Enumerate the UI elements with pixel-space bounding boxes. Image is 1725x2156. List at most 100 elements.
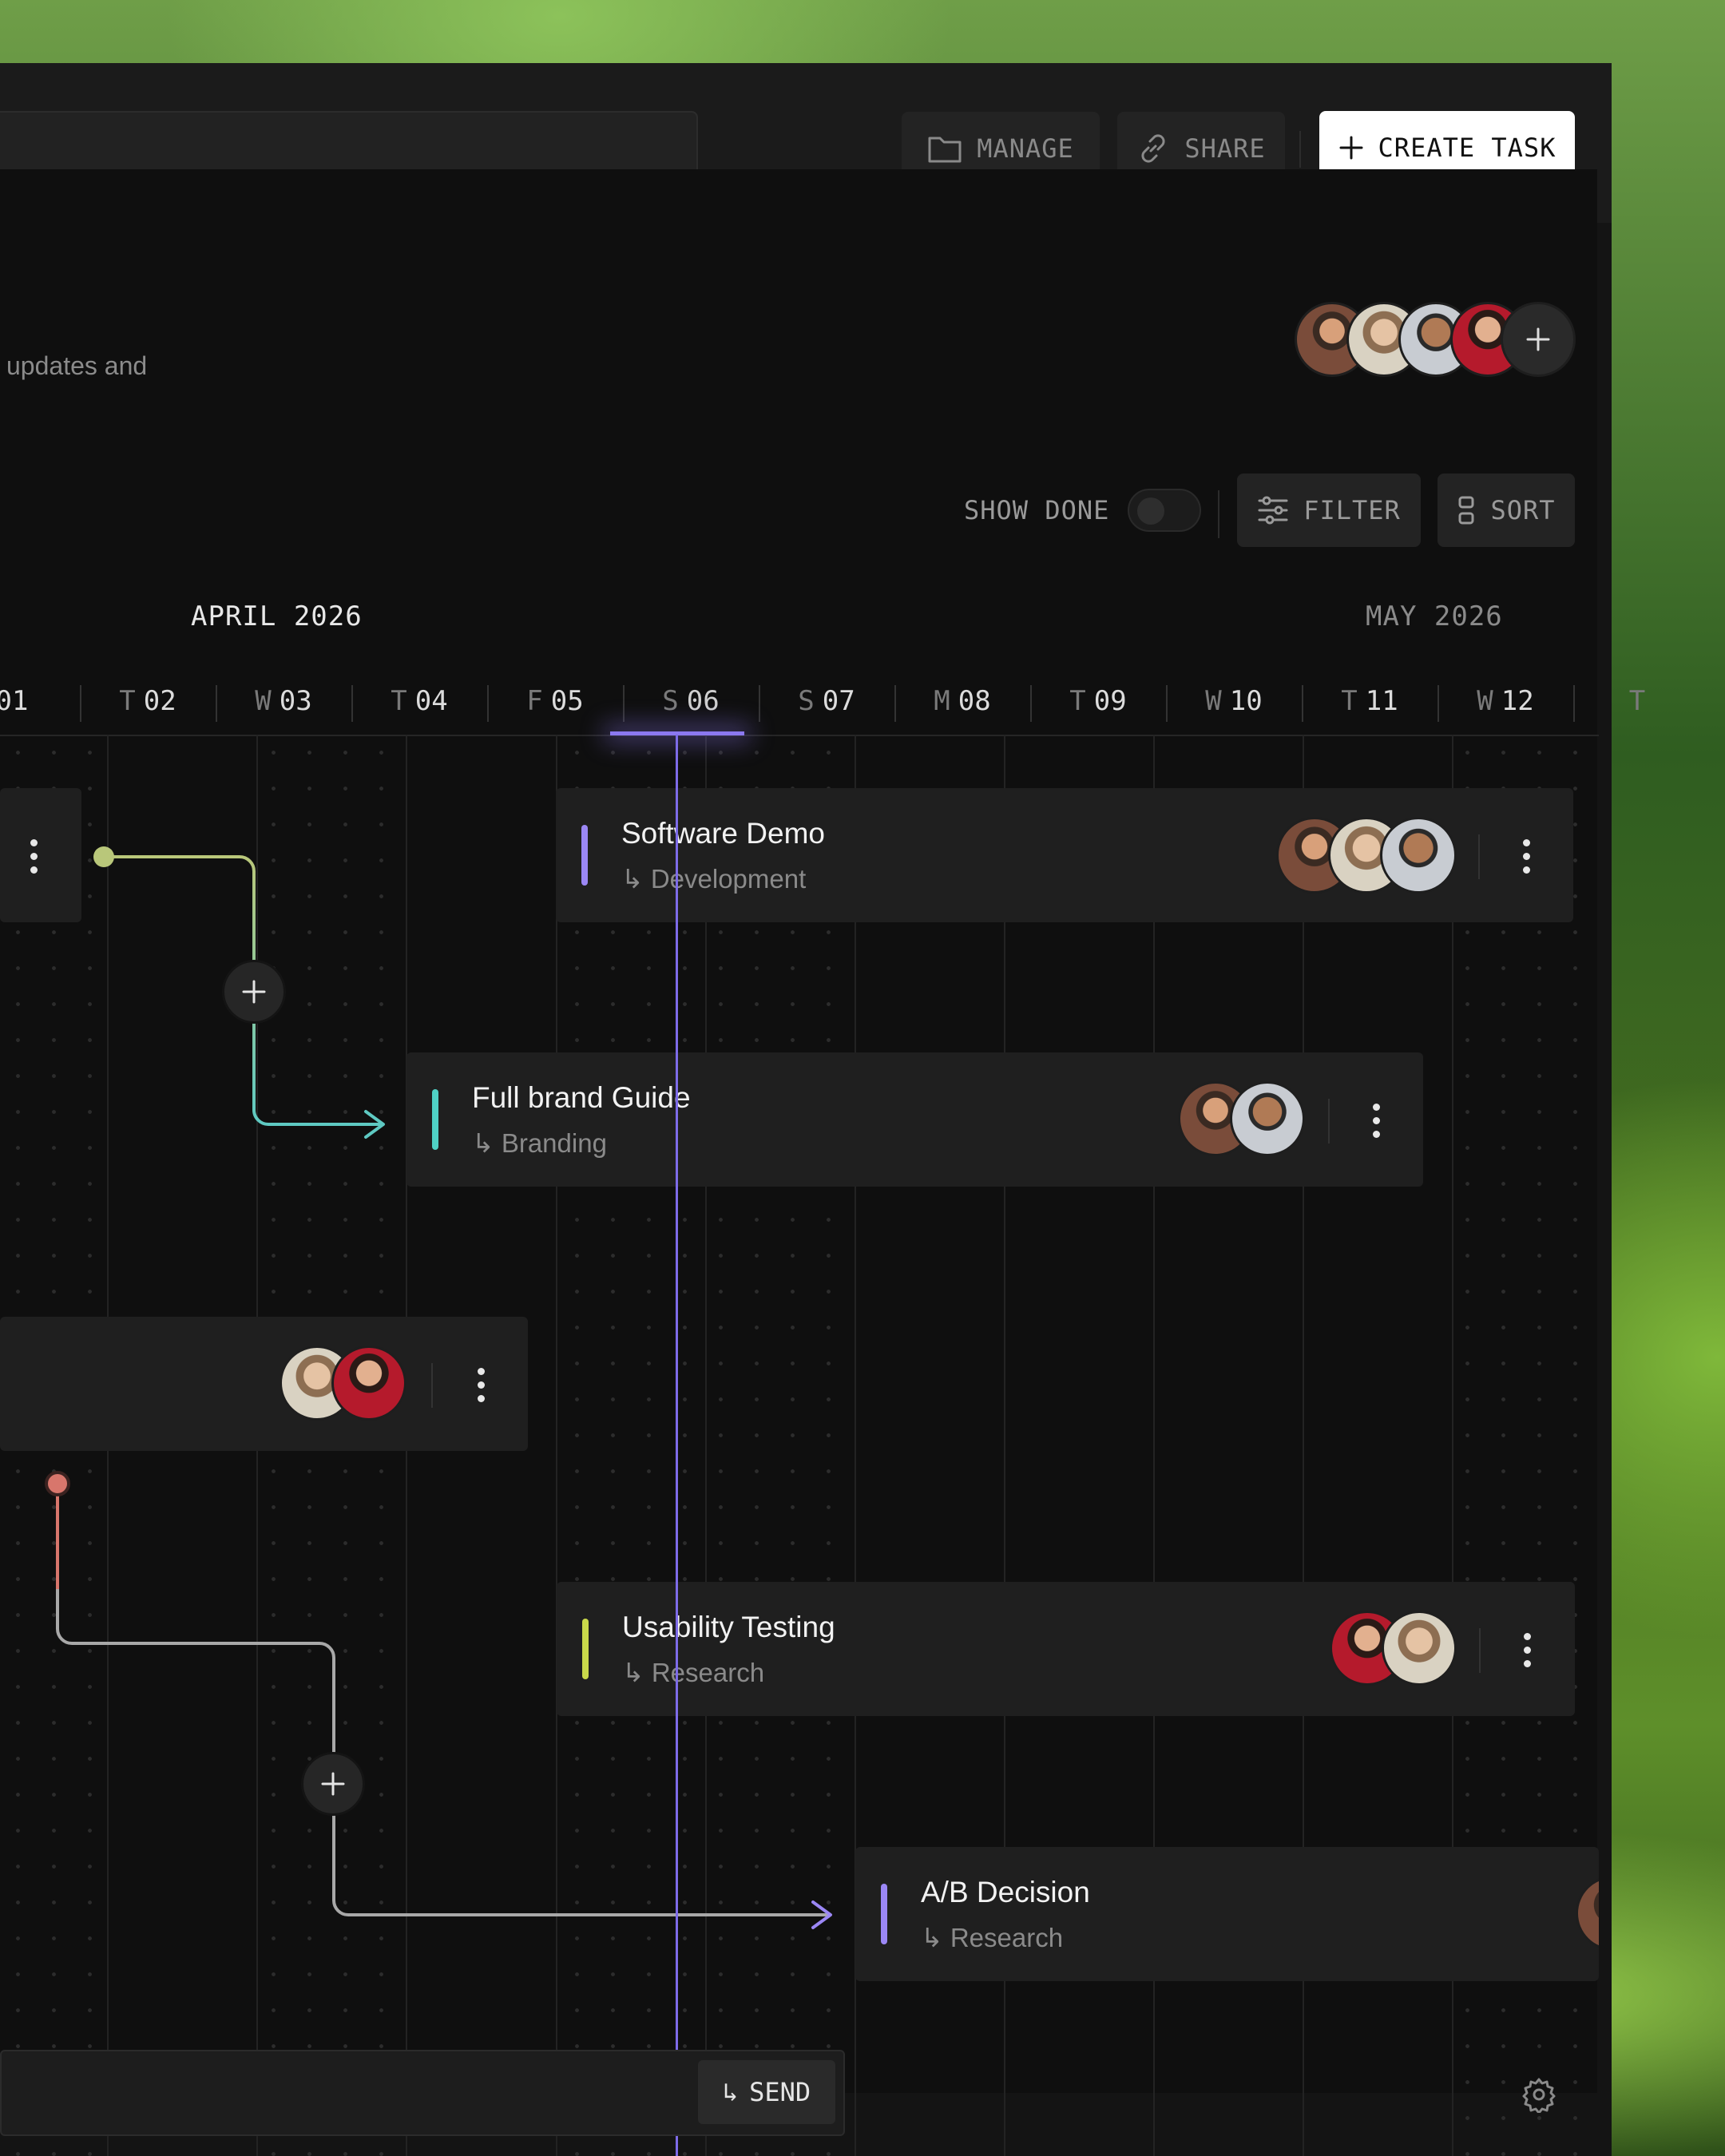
task-card-usability-testing[interactable]: Usability Testing ↳ Research (557, 1582, 1575, 1716)
avatar[interactable] (1380, 817, 1457, 894)
day-divider (623, 685, 625, 722)
show-done-toggle[interactable] (1128, 489, 1201, 532)
today-line (676, 735, 678, 2156)
day-divider (1166, 685, 1168, 722)
day-number: 08 (958, 685, 991, 717)
task-card-ab-decision[interactable]: A/B Decision ↳ Research (855, 1847, 1599, 1981)
sort-label: SORT (1490, 495, 1556, 525)
day-of-week: M (934, 685, 950, 717)
day-of-week: T (1341, 685, 1358, 717)
day-number: 07 (822, 685, 855, 717)
day-label[interactable]: M 08 (894, 685, 1030, 717)
send-button[interactable]: ↳ SEND (698, 2060, 835, 2124)
task-divider (431, 1363, 433, 1408)
day-label[interactable]: W 03 (216, 685, 351, 717)
day-label[interactable]: T (1573, 685, 1709, 717)
kebab-icon[interactable] (1360, 1092, 1392, 1148)
day-number: 01 (0, 685, 29, 717)
day-number: 04 (414, 685, 448, 717)
task-card-full-brand-guide[interactable]: Full brand Guide ↳ Branding (406, 1052, 1423, 1187)
filter-label: FILTER (1303, 495, 1401, 525)
month-label-april: APRIL 2026 (191, 600, 363, 632)
day-of-week: S (798, 685, 815, 717)
gear-icon[interactable] (1521, 2076, 1557, 2113)
send-label: SEND (749, 2077, 811, 2107)
day-of-week: T (119, 685, 136, 717)
avatar[interactable] (1382, 1611, 1457, 1686)
day-number: 11 (1365, 685, 1398, 717)
kebab-icon[interactable] (465, 1357, 497, 1413)
day-number: 09 (1093, 685, 1127, 717)
day-of-week: W (1205, 685, 1222, 717)
day-of-week: T (1628, 685, 1646, 717)
day-label[interactable]: T 04 (351, 685, 487, 717)
day-number: 06 (686, 685, 720, 717)
task-accent (581, 825, 588, 886)
task-accent (881, 1884, 887, 1944)
day-of-week: W (1477, 685, 1493, 717)
send-arrow-icon: ↳ (722, 2077, 739, 2107)
folder-icon (928, 137, 962, 163)
task-title: Usability Testing (622, 1611, 835, 1643)
day-label[interactable]: S 07 (759, 685, 894, 717)
add-dependency-button[interactable] (301, 1752, 365, 1816)
avatar[interactable] (1230, 1081, 1305, 1156)
day-divider (487, 685, 489, 722)
controls-divider (1218, 490, 1219, 538)
day-divider (759, 685, 760, 722)
day-of-week: S (662, 685, 679, 717)
toggle-knob (1137, 497, 1164, 525)
plus-icon (321, 1772, 345, 1796)
day-divider (1030, 685, 1032, 722)
task-divider (1328, 1099, 1330, 1143)
month-label-may: MAY 2026 (1366, 600, 1503, 632)
avatar[interactable] (331, 1346, 406, 1421)
plus-icon (1526, 327, 1550, 351)
day-of-week: W (255, 685, 272, 717)
day-label[interactable]: W 12 (1438, 685, 1573, 717)
day-divider (351, 685, 353, 722)
day-label[interactable]: W 10 (1166, 685, 1302, 717)
task-card-software-demo[interactable]: Software Demo ↳ Development (556, 788, 1573, 922)
project-description: updates and (6, 351, 148, 380)
create-task-label: CREATE TASK (1378, 133, 1556, 163)
sort-button[interactable]: SORT (1438, 474, 1575, 547)
day-divider (894, 685, 896, 722)
plus-icon (242, 980, 266, 1004)
task-card-partial[interactable] (0, 788, 81, 922)
day-label[interactable]: S 06 (623, 685, 759, 717)
add-dependency-button[interactable] (222, 960, 286, 1024)
kebab-icon[interactable] (1511, 1622, 1543, 1678)
day-number: 12 (1501, 685, 1534, 717)
task-subtitle: ↳ Research (622, 1658, 765, 1687)
task-accent (582, 1619, 589, 1679)
link-icon (1141, 134, 1165, 163)
day-label[interactable]: T 02 (80, 685, 216, 717)
day-label[interactable]: T 09 (1030, 685, 1166, 717)
day-divider (1438, 685, 1439, 722)
day-divider (80, 685, 81, 722)
task-divider (1479, 1628, 1481, 1673)
task-title: Full brand Guide (472, 1081, 691, 1114)
task-card-partial[interactable] (0, 1317, 528, 1451)
add-member-button[interactable] (1501, 302, 1576, 377)
weekend-dots (559, 735, 855, 2156)
share-label: SHARE (1184, 133, 1266, 164)
day-label[interactable]: 01 (0, 685, 80, 717)
show-done-label: SHOW DONE (964, 495, 1110, 525)
kebab-icon[interactable] (1510, 828, 1542, 884)
day-label[interactable]: T 11 (1302, 685, 1438, 717)
day-divider (1573, 685, 1575, 722)
task-title: A/B Decision (921, 1876, 1090, 1908)
day-divider (1302, 685, 1303, 722)
avatar[interactable] (1576, 1876, 1599, 1951)
day-label[interactable]: F 05 (487, 685, 623, 717)
sort-icon (1458, 496, 1474, 525)
day-number: 10 (1229, 685, 1263, 717)
filter-button[interactable]: FILTER (1237, 474, 1421, 547)
task-subtitle: ↳ Research (921, 1923, 1064, 1952)
kebab-icon[interactable] (18, 828, 50, 884)
task-divider (1478, 834, 1480, 879)
toolbar-divider (1299, 131, 1301, 168)
filter-icon (1258, 496, 1288, 525)
